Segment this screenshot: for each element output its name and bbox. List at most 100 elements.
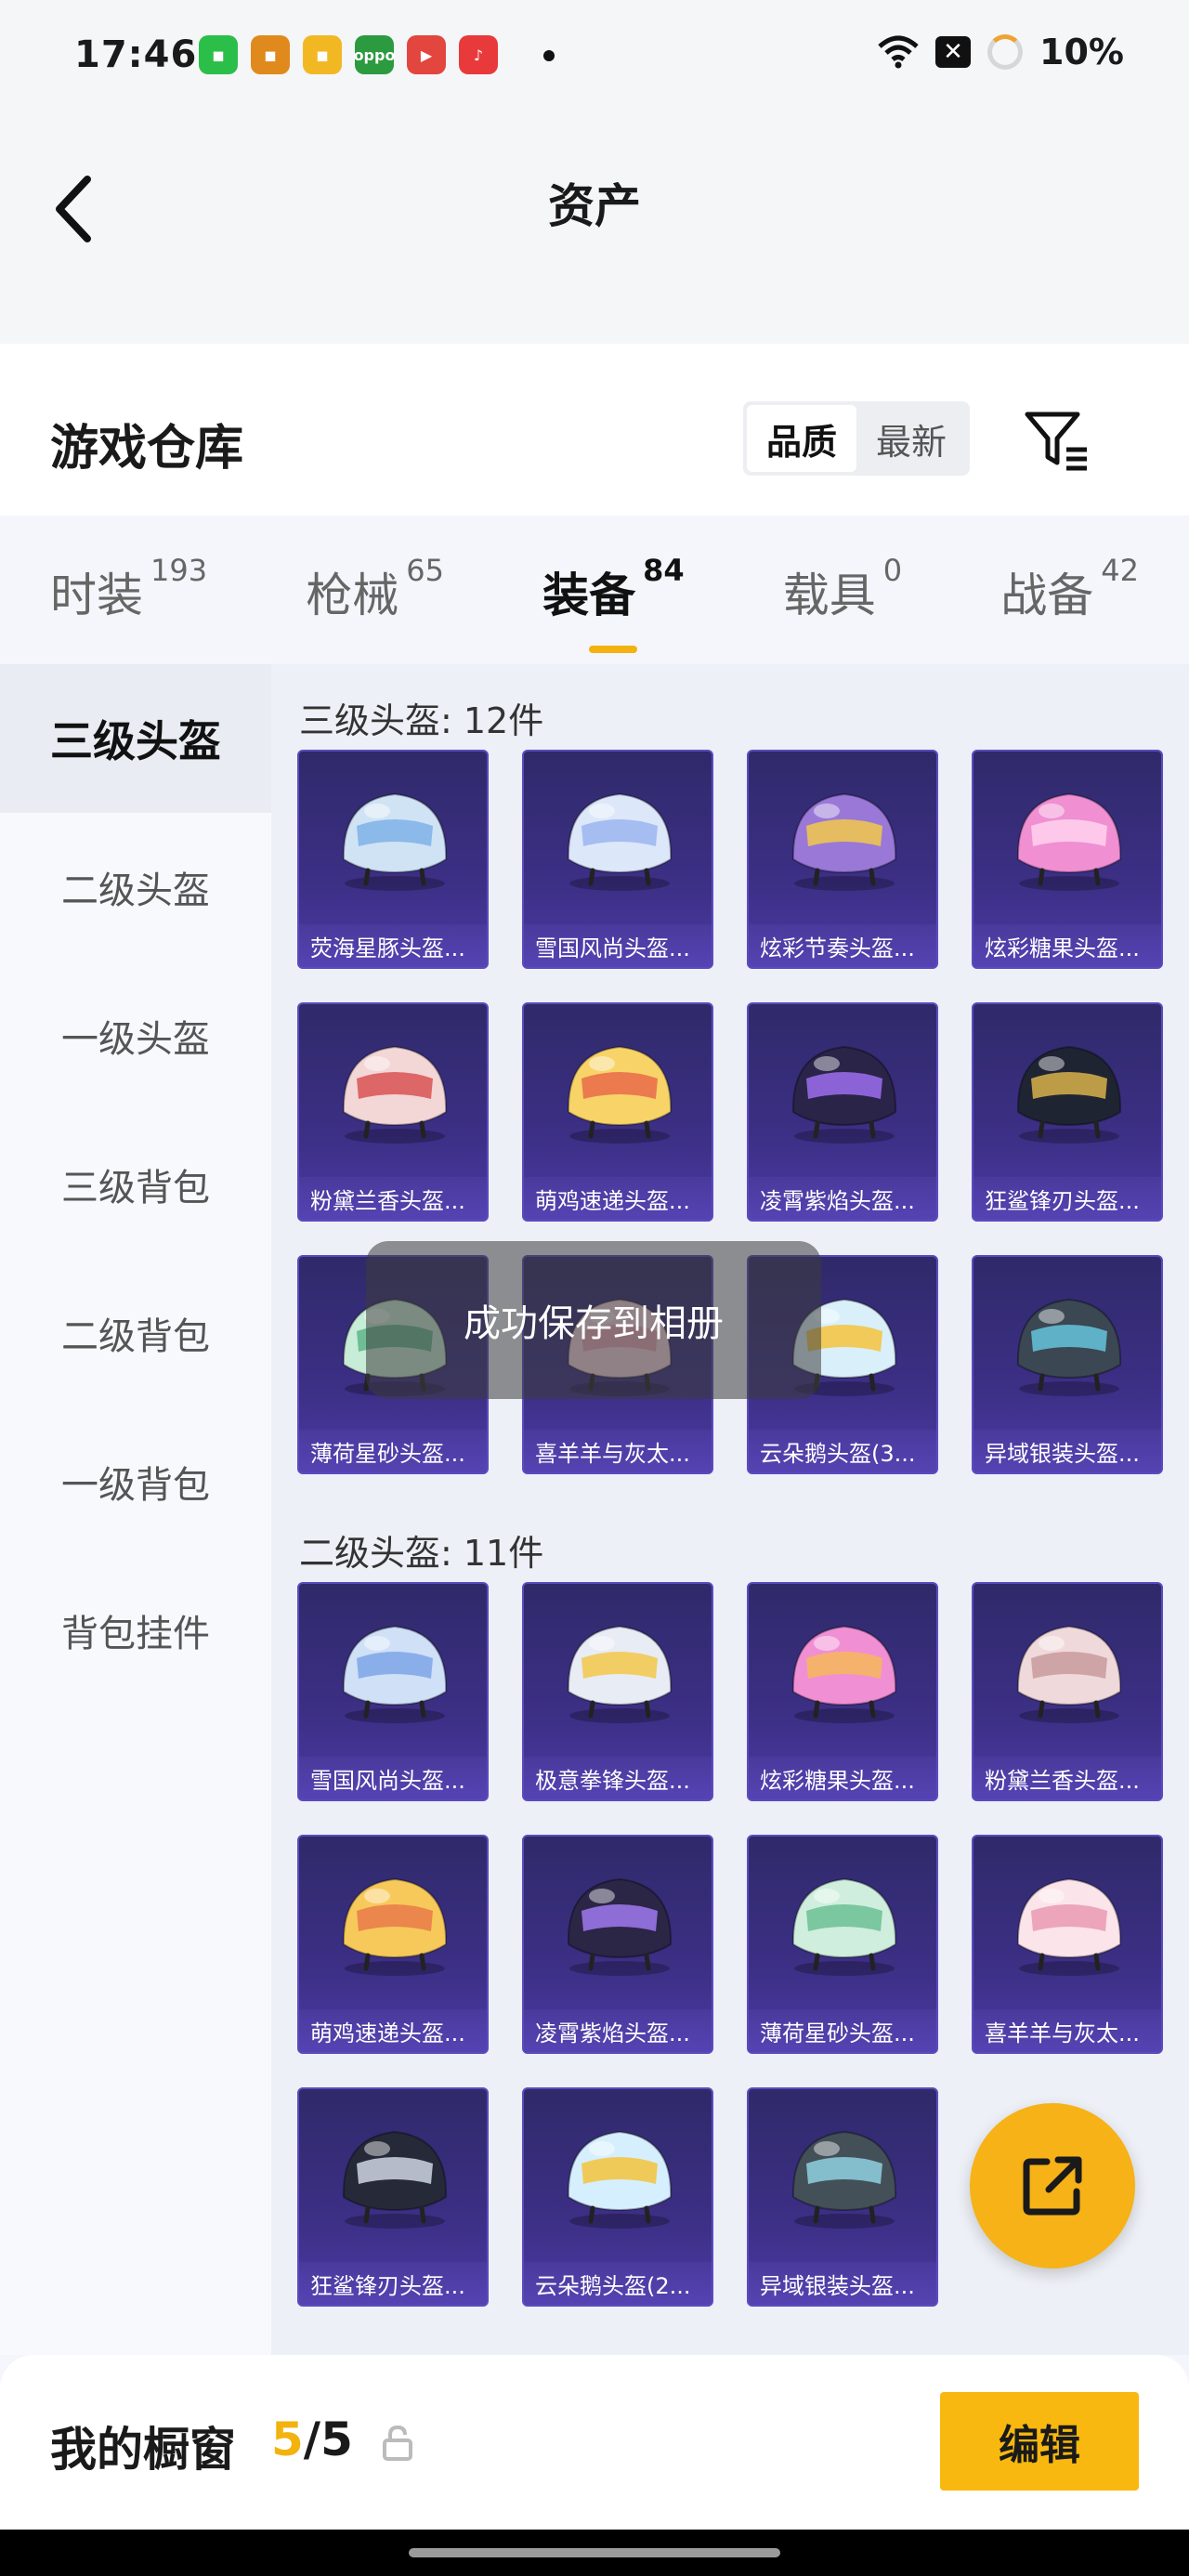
item-label: 狂鲨锋刃头盔... (299, 2262, 487, 2305)
showcase-current: 5 (271, 2413, 304, 2466)
lock-icon (383, 2425, 412, 2461)
item-label: 极意拳锋头盔... (524, 1757, 712, 1799)
category-tabs: 时装 193 枪械 65 装备 84 载具 0 战备 42 (0, 516, 1189, 664)
item-card[interactable]: 雪国风尚头盔... (522, 750, 713, 969)
item-card[interactable]: 炫彩节奏头盔... (747, 750, 938, 969)
nav-bar: 资产 (0, 111, 1189, 344)
tab-3[interactable]: 载具 0 (782, 553, 903, 625)
status-app-icons: ◼ ◼ ◼ oppo ▶ ♪ (199, 35, 498, 74)
tab-2[interactable]: 装备 84 (542, 553, 685, 653)
item-label: 粉黛兰香头盔... (973, 1757, 1161, 1799)
tab-count: 193 (150, 553, 208, 588)
section-title: 二级头盔: 11件 (299, 1533, 544, 1574)
helmet-image (323, 1864, 466, 1981)
sort-latest-button[interactable]: 最新 (856, 405, 966, 472)
battery-icon (987, 34, 1024, 70)
music-app-icon: ♪ (459, 35, 498, 74)
item-label: 薄荷星砂头盔... (299, 1430, 487, 1472)
sidebar-item[interactable]: 三级背包 (0, 1110, 271, 1259)
item-label: 云朵鹅头盔(3... (749, 1430, 936, 1472)
sort-toggle: 品质 最新 (743, 401, 970, 476)
home-indicator[interactable] (409, 2548, 780, 2557)
filter-button[interactable] (1022, 407, 1092, 472)
item-card[interactable]: 粉黛兰香头盔... (972, 1582, 1163, 1801)
tab-count: 42 (1101, 553, 1139, 588)
helmet-image (548, 1032, 691, 1149)
helmet-image (323, 1612, 466, 1729)
item-card[interactable]: 雪国风尚头盔... (297, 1582, 489, 1801)
tab-4[interactable]: 战备 42 (1000, 553, 1139, 625)
sidebar-item[interactable]: 一级背包 (0, 1407, 271, 1556)
item-label: 荧海星豚头盔... (299, 924, 487, 967)
tab-0[interactable]: 时装 193 (50, 553, 208, 625)
item-card[interactable]: 凌霄紫焰头盔... (522, 1835, 713, 2054)
sort-quality-button[interactable]: 品质 (747, 405, 856, 472)
item-card[interactable]: 萌鸡速递头盔... (522, 1002, 713, 1222)
sidebar-item[interactable]: 二级头盔 (0, 813, 271, 961)
tab-1[interactable]: 枪械 65 (306, 553, 444, 625)
tab-count: 65 (406, 553, 444, 588)
helmet-image (998, 1864, 1141, 1981)
item-card[interactable]: 粉黛兰香头盔... (297, 1002, 489, 1222)
helmet-image (323, 1032, 466, 1149)
share-export-icon (1023, 2156, 1082, 2216)
helmet-image (998, 779, 1141, 896)
sidebar-item[interactable]: 三级头盔 (0, 664, 271, 813)
item-card[interactable]: 异域银装头盔... (747, 2087, 938, 2307)
helmet-image (548, 2117, 691, 2234)
item-card[interactable]: 炫彩糖果头盔... (747, 1582, 938, 1801)
item-label: 炫彩糖果头盔... (749, 1757, 936, 1799)
item-label: 粉黛兰香头盔... (299, 1177, 487, 1220)
red-video-app-icon: ▶ (407, 35, 446, 74)
sidebar-item[interactable]: 一级头盔 (0, 961, 271, 1110)
tab-label: 载具 (782, 569, 876, 622)
item-grid: 三级头盔: 12件 荧海星豚头盔... 雪国风尚头盔... 炫彩节奏头盔... 炫彩糖果… (271, 664, 1189, 2355)
sim-off-icon: ✕ (935, 36, 972, 68)
item-card[interactable]: 云朵鹅头盔(2... (522, 2087, 713, 2307)
edit-button[interactable]: 编辑 (940, 2392, 1139, 2491)
item-label: 异域银装头盔... (973, 1430, 1161, 1472)
item-card[interactable]: 炫彩糖果头盔... (972, 750, 1163, 969)
sidebar: 三级头盔 二级头盔 一级头盔 三级背包 二级背包 一级背包 背包挂件 (0, 664, 271, 2355)
helmet-image (998, 1612, 1141, 1729)
tab-label: 装备 (542, 569, 636, 622)
item-label: 云朵鹅头盔(2... (524, 2262, 712, 2305)
orange-app-icon: ◼ (251, 35, 290, 74)
notification-dot (543, 50, 555, 61)
helmet-image (548, 1864, 691, 1981)
item-card[interactable]: 狂鲨锋刃头盔... (297, 2087, 489, 2307)
warehouse-header: 游戏仓库 品质 最新 (0, 344, 1189, 516)
item-label: 喜羊羊与灰太... (524, 1430, 712, 1472)
item-label: 萌鸡速递头盔... (524, 1177, 712, 1220)
item-card[interactable]: 薄荷星砂头盔... (747, 1835, 938, 2054)
tab-label: 枪械 (306, 569, 399, 622)
item-card[interactable]: 狂鲨锋刃头盔... (972, 1002, 1163, 1222)
showcase-label: 我的橱窗 (50, 2423, 236, 2477)
item-label: 薄荷星砂头盔... (749, 2009, 936, 2052)
item-label: 凌霄紫焰头盔... (749, 1177, 936, 1220)
helmet-image (548, 779, 691, 896)
item-card[interactable]: 极意拳锋头盔... (522, 1582, 713, 1801)
status-time: 17:46 (74, 33, 198, 76)
share-fab-button[interactable] (970, 2103, 1135, 2269)
item-card[interactable]: 喜羊羊与灰太... (972, 1835, 1163, 2054)
item-card[interactable]: 萌鸡速递头盔... (297, 1835, 489, 2054)
page-title: 资产 (548, 179, 641, 233)
status-right: ✕ 10% (878, 32, 1124, 72)
item-card[interactable]: 凌霄紫焰头盔... (747, 1002, 938, 1222)
tab-count: 0 (882, 553, 903, 588)
tab-label: 时装 (50, 569, 143, 622)
sidebar-item[interactable]: 二级背包 (0, 1259, 271, 1407)
wifi-icon (878, 35, 919, 69)
tab-label: 战备 (1000, 569, 1094, 622)
sidebar-item[interactable]: 背包挂件 (0, 1556, 271, 1705)
green-app-icon: ◼ (199, 35, 238, 74)
filter-icon (1025, 412, 1087, 471)
item-card[interactable]: 异域银装头盔... (972, 1255, 1163, 1474)
item-card[interactable]: 荧海星豚头盔... (297, 750, 489, 969)
item-label: 炫彩节奏头盔... (749, 924, 936, 967)
active-tab-indicator (589, 646, 638, 653)
helmet-image (548, 1612, 691, 1729)
battery-percent: 10% (1039, 32, 1124, 72)
helmet-image (998, 1285, 1141, 1402)
